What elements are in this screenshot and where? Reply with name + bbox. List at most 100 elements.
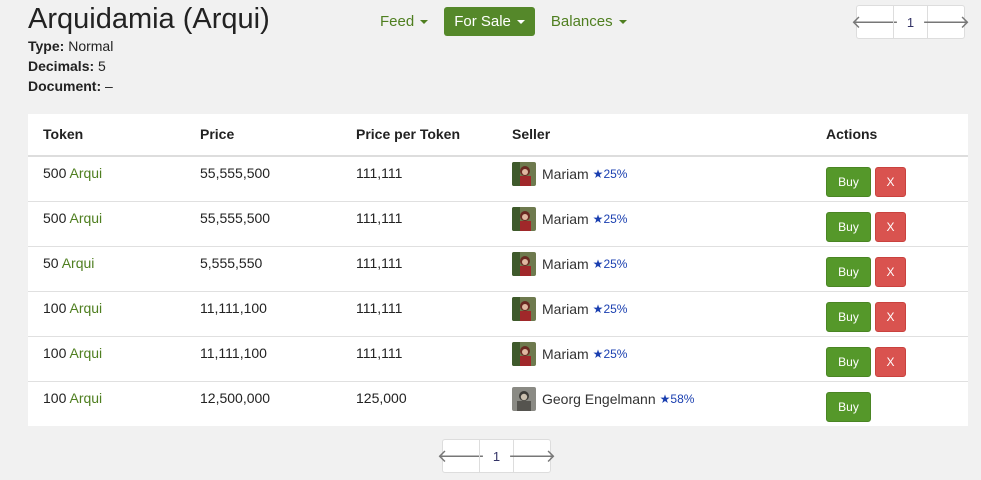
star-icon: ★ xyxy=(592,167,604,181)
buy-button[interactable]: Buy xyxy=(826,212,871,242)
table-header: Token Price Price per Token Seller Actio… xyxy=(28,114,968,157)
table-row: 500 Arqui 55,555,500 111,111 Mariam ★25% Buy X xyxy=(28,201,968,246)
rating-value: 25% xyxy=(603,347,628,361)
prev-page-button[interactable]: 🡐 xyxy=(851,6,899,38)
buy-button[interactable]: Buy xyxy=(826,392,871,422)
table-body: 500 Arqui 55,555,500 111,111 Mariam ★25% Buy X… xyxy=(28,157,968,426)
price-per-token-cell: 125,000 xyxy=(356,390,407,406)
seller-cell: Mariam ★25% xyxy=(512,162,627,186)
table-row: 50 Arqui 5,555,550 111,111 Mariam ★25% Buy X xyxy=(28,246,968,291)
token-link[interactable]: Arqui xyxy=(62,255,95,271)
arrow-left-icon: 🡐 xyxy=(436,445,486,466)
seller-name[interactable]: Mariam xyxy=(542,255,589,273)
star-icon: ★ xyxy=(592,212,604,226)
seller-name[interactable]: Mariam xyxy=(542,345,589,363)
token-amount: 500 xyxy=(43,165,67,181)
document-line: Document: – xyxy=(28,76,113,96)
rating-value: 25% xyxy=(603,167,628,181)
table-row: 100 Arqui 12,500,000 125,000 Georg Engelman… xyxy=(28,381,968,426)
buy-button[interactable]: Buy xyxy=(826,347,871,377)
table-row: 100 Arqui 11,111,100 111,111 Mariam ★25% Buy X xyxy=(28,291,968,336)
actions-cell: Buy X xyxy=(826,167,906,197)
seller-rating: ★25% xyxy=(593,255,628,273)
header-price: Price xyxy=(200,126,235,142)
token-cell: 500 Arqui xyxy=(43,209,102,227)
avatar[interactable] xyxy=(512,387,536,411)
for-sale-table: Token Price Price per Token Seller Actio… xyxy=(28,114,968,426)
token-link[interactable]: Arqui xyxy=(69,210,102,226)
seller-cell: Mariam ★25% xyxy=(512,207,627,231)
nav-for-sale-label: For Sale xyxy=(454,13,511,30)
seller-cell: Mariam ★25% xyxy=(512,342,627,366)
star-icon: ★ xyxy=(592,347,604,361)
star-icon: ★ xyxy=(592,302,604,316)
actions-cell: Buy X xyxy=(826,212,906,242)
type-line: Type: Normal xyxy=(28,36,113,56)
rating-value: 25% xyxy=(603,257,628,271)
main-nav: Feed For Sale Balances xyxy=(370,7,637,36)
seller-cell: Georg Engelmann ★58% xyxy=(512,387,694,411)
avatar[interactable] xyxy=(512,297,536,321)
document-label: Document: xyxy=(28,78,102,94)
cancel-button[interactable]: X xyxy=(875,212,906,242)
buy-button[interactable]: Buy xyxy=(826,167,871,197)
type-label: Type: xyxy=(28,38,65,54)
caret-down-icon xyxy=(420,20,429,25)
star-icon: ★ xyxy=(659,392,671,406)
price-per-token-cell: 111,111 xyxy=(356,165,403,181)
next-page-button[interactable]: 🡒 xyxy=(508,440,556,472)
price-cell: 55,555,500 xyxy=(200,210,271,226)
pagination-top: 🡐 1 🡒 xyxy=(851,5,970,39)
nav-for-sale-dropdown[interactable]: For Sale xyxy=(444,7,535,36)
avatar[interactable] xyxy=(512,207,536,231)
token-amount: 50 xyxy=(43,255,59,271)
star-icon: ★ xyxy=(592,257,604,271)
price-per-token-cell: 111,111 xyxy=(356,255,403,271)
token-link[interactable]: Arqui xyxy=(69,165,102,181)
actions-cell: Buy X xyxy=(826,257,906,287)
avatar[interactable] xyxy=(512,162,536,186)
token-amount: 100 xyxy=(43,390,67,406)
token-link[interactable]: Arqui xyxy=(69,300,102,316)
token-cell: 500 Arqui xyxy=(43,164,102,182)
buy-button[interactable]: Buy xyxy=(826,257,871,287)
cancel-button[interactable]: X xyxy=(875,347,906,377)
caret-down-icon xyxy=(516,20,525,25)
actions-cell: Buy X xyxy=(826,302,906,332)
token-link[interactable]: Arqui xyxy=(69,345,102,361)
cancel-button[interactable]: X xyxy=(875,257,906,287)
price-cell: 12,500,000 xyxy=(200,390,271,406)
price-cell: 11,111,100 xyxy=(200,300,267,316)
decimals-value: 5 xyxy=(98,58,106,74)
avatar[interactable] xyxy=(512,252,536,276)
seller-name[interactable]: Mariam xyxy=(542,300,589,318)
seller-name[interactable]: Georg Engelmann xyxy=(542,390,656,408)
arrow-right-icon: 🡒 xyxy=(507,445,557,466)
token-cell: 100 Arqui xyxy=(43,389,102,407)
page-title: Arquidamia (Arqui) xyxy=(28,3,270,35)
avatar[interactable] xyxy=(512,342,536,366)
cancel-button[interactable]: X xyxy=(875,302,906,332)
nav-balances-label: Balances xyxy=(550,13,613,30)
rating-value: 25% xyxy=(603,302,628,316)
prev-page-button[interactable]: 🡐 xyxy=(437,440,485,472)
nav-feed-dropdown[interactable]: Feed xyxy=(370,7,438,36)
seller-name[interactable]: Mariam xyxy=(542,210,589,228)
rating-value: 25% xyxy=(603,212,628,226)
token-amount: 500 xyxy=(43,210,67,226)
nav-balances-dropdown[interactable]: Balances xyxy=(541,7,637,36)
buy-button[interactable]: Buy xyxy=(826,302,871,332)
seller-name[interactable]: Mariam xyxy=(542,165,589,183)
table-row: 500 Arqui 55,555,500 111,111 Mariam ★25% Buy X xyxy=(28,157,968,201)
next-page-button[interactable]: 🡒 xyxy=(922,6,970,38)
seller-cell: Mariam ★25% xyxy=(512,297,627,321)
price-per-token-cell: 111,111 xyxy=(356,210,403,226)
actions-cell: Buy xyxy=(826,392,871,422)
nav-feed-label: Feed xyxy=(380,13,415,30)
token-cell: 50 Arqui xyxy=(43,254,94,272)
header-actions: Actions xyxy=(826,126,878,142)
token-link[interactable]: Arqui xyxy=(69,390,102,406)
seller-rating: ★58% xyxy=(660,390,695,408)
cancel-button[interactable]: X xyxy=(875,167,906,197)
seller-rating: ★25% xyxy=(593,165,628,183)
